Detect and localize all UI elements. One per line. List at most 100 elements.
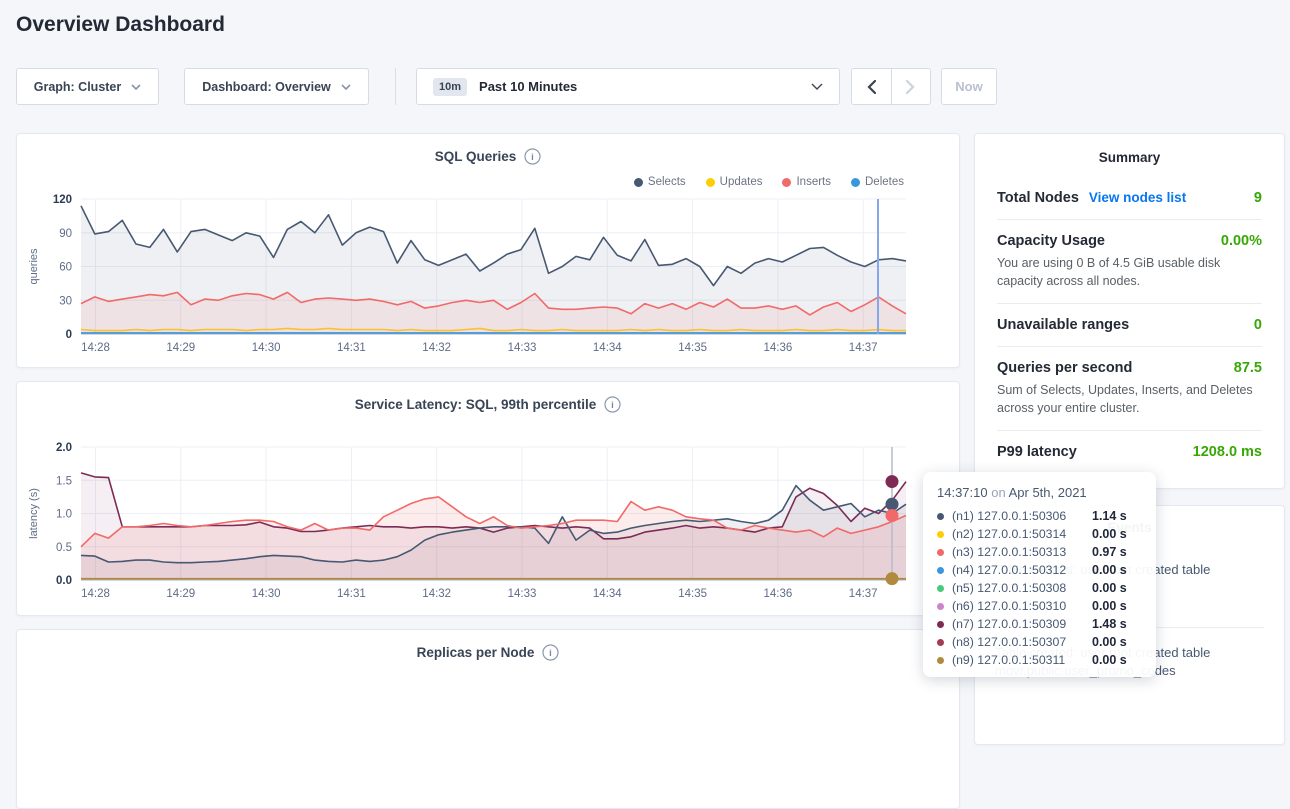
time-range-picker[interactable]: 10m Past 10 Minutes bbox=[416, 68, 840, 105]
svg-text:14:29: 14:29 bbox=[166, 588, 195, 600]
legend-item-inserts: Inserts bbox=[782, 176, 831, 188]
graph-dropdown[interactable]: Graph: Cluster bbox=[16, 68, 159, 105]
tooltip-timestamp: 14:37:10 on Apr 5th, 2021 bbox=[937, 485, 1142, 507]
node-color-dot-icon bbox=[937, 621, 944, 628]
summary-capacity: Capacity Usage 0.00% You are using 0 B o… bbox=[997, 219, 1262, 303]
svg-text:30: 30 bbox=[59, 295, 72, 307]
svg-text:14:30: 14:30 bbox=[252, 588, 281, 600]
legend-dot-icon bbox=[782, 178, 791, 187]
capacity-label: Capacity Usage bbox=[997, 233, 1105, 249]
legend-dot-icon bbox=[851, 178, 860, 187]
latency-chart[interactable]: 14:2814:2914:3014:3114:3214:3314:3414:35… bbox=[17, 382, 961, 617]
node-color-dot-icon bbox=[937, 657, 944, 664]
node-latency-value: 0.00 s bbox=[1092, 635, 1127, 649]
node-address: (n5) 127.0.0.1:50308 bbox=[952, 581, 1092, 595]
info-icon[interactable]: i bbox=[542, 644, 559, 661]
capacity-value: 0.00% bbox=[1221, 233, 1262, 249]
node-latency-value: 0.00 s bbox=[1092, 581, 1127, 595]
node-latency-value: 0.00 s bbox=[1092, 563, 1127, 577]
tooltip-node-row: (n7) 127.0.0.1:503091.48 s bbox=[937, 615, 1142, 633]
legend-label: Inserts bbox=[796, 176, 831, 188]
legend-label: Updates bbox=[720, 176, 763, 188]
svg-text:0.5: 0.5 bbox=[56, 542, 72, 554]
svg-text:14:37: 14:37 bbox=[849, 588, 878, 600]
dashboard-dropdown-label: Dashboard: Overview bbox=[202, 80, 331, 94]
svg-text:14:32: 14:32 bbox=[422, 588, 451, 600]
replicas-chart-card: Replicas per Node i bbox=[16, 629, 960, 809]
node-latency-value: 1.14 s bbox=[1092, 509, 1127, 523]
info-icon[interactable]: i bbox=[524, 148, 541, 165]
svg-text:0: 0 bbox=[66, 329, 72, 341]
tooltip-node-row: (n3) 127.0.0.1:503130.97 s bbox=[937, 543, 1142, 561]
svg-text:14:31: 14:31 bbox=[337, 342, 366, 354]
tooltip-node-row: (n4) 127.0.0.1:503120.00 s bbox=[937, 561, 1142, 579]
svg-text:14:28: 14:28 bbox=[81, 588, 110, 600]
latency-chart-title: Service Latency: SQL, 99th percentile bbox=[355, 397, 597, 412]
svg-text:14:33: 14:33 bbox=[508, 588, 537, 600]
svg-text:60: 60 bbox=[59, 262, 72, 274]
svg-text:14:34: 14:34 bbox=[593, 588, 622, 600]
legend-dot-icon bbox=[706, 178, 715, 187]
time-range-label: Past 10 Minutes bbox=[479, 79, 577, 94]
svg-text:14:36: 14:36 bbox=[764, 342, 793, 354]
node-address: (n8) 127.0.0.1:50307 bbox=[952, 635, 1092, 649]
svg-text:latency (s): latency (s) bbox=[28, 488, 40, 539]
node-address: (n1) 127.0.0.1:50306 bbox=[952, 509, 1092, 523]
now-button[interactable]: Now bbox=[941, 68, 997, 105]
chevron-down-icon bbox=[341, 84, 351, 90]
svg-text:14:28: 14:28 bbox=[81, 342, 110, 354]
prev-time-button[interactable] bbox=[852, 69, 891, 104]
legend-item-selects: Selects bbox=[634, 176, 686, 188]
legend-label: Selects bbox=[648, 176, 686, 188]
latency-chart-card: 14:2814:2914:3014:3114:3214:3314:3414:35… bbox=[16, 381, 960, 616]
unavailable-ranges-value: 0 bbox=[1254, 317, 1262, 333]
tooltip-node-row: (n1) 127.0.0.1:503061.14 s bbox=[937, 507, 1142, 525]
tooltip-node-row: (n2) 127.0.0.1:503140.00 s bbox=[937, 525, 1142, 543]
legend-dot-icon bbox=[634, 178, 643, 187]
svg-text:2.0: 2.0 bbox=[56, 442, 72, 454]
chevron-down-icon bbox=[131, 84, 141, 90]
legend-label: Deletes bbox=[865, 176, 904, 188]
tooltip-node-row: (n6) 127.0.0.1:503100.00 s bbox=[937, 597, 1142, 615]
node-address: (n9) 127.0.0.1:50311 bbox=[952, 653, 1092, 667]
svg-text:14:29: 14:29 bbox=[166, 342, 195, 354]
chevron-left-icon bbox=[867, 80, 876, 94]
view-nodes-list-link[interactable]: View nodes list bbox=[1089, 190, 1186, 205]
sql-chart-legend: Selects Updates Inserts Deletes bbox=[634, 176, 904, 188]
time-step-buttons bbox=[851, 68, 931, 105]
node-color-dot-icon bbox=[937, 531, 944, 538]
svg-text:1.5: 1.5 bbox=[56, 475, 72, 487]
chevron-right-icon bbox=[906, 80, 915, 94]
page-title: Overview Dashboard bbox=[16, 13, 225, 37]
svg-text:14:35: 14:35 bbox=[678, 342, 707, 354]
node-latency-value: 0.00 s bbox=[1092, 527, 1127, 541]
replicas-chart-title: Replicas per Node bbox=[417, 645, 535, 660]
node-address: (n3) 127.0.0.1:50313 bbox=[952, 545, 1092, 559]
node-address: (n6) 127.0.0.1:50310 bbox=[952, 599, 1092, 613]
total-nodes-label: Total Nodes bbox=[997, 190, 1079, 206]
sql-queries-chart-title: SQL Queries bbox=[435, 149, 517, 164]
svg-text:14:36: 14:36 bbox=[764, 588, 793, 600]
qps-description: Sum of Selects, Updates, Inserts, and De… bbox=[997, 381, 1262, 417]
node-latency-value: 0.00 s bbox=[1092, 653, 1127, 667]
svg-text:120: 120 bbox=[53, 194, 72, 206]
svg-text:14:33: 14:33 bbox=[508, 342, 537, 354]
sql-queries-chart[interactable]: 14:2814:2914:3014:3114:3214:3314:3414:35… bbox=[17, 134, 961, 369]
graph-dropdown-label: Graph: Cluster bbox=[34, 80, 122, 94]
p99-latency-value: 1208.0 ms bbox=[1193, 444, 1262, 460]
svg-text:14:34: 14:34 bbox=[593, 342, 622, 354]
dashboard-dropdown[interactable]: Dashboard: Overview bbox=[184, 68, 369, 105]
tooltip-node-row: (n9) 127.0.0.1:503110.00 s bbox=[937, 651, 1142, 669]
qps-label: Queries per second bbox=[997, 360, 1132, 376]
node-address: (n2) 127.0.0.1:50314 bbox=[952, 527, 1092, 541]
node-color-dot-icon bbox=[937, 585, 944, 592]
info-icon[interactable]: i bbox=[604, 396, 621, 413]
next-time-button[interactable] bbox=[891, 69, 931, 104]
time-range-badge: 10m bbox=[433, 78, 467, 96]
controls-divider bbox=[395, 68, 396, 105]
svg-text:i: i bbox=[550, 648, 553, 659]
node-latency-value: 1.48 s bbox=[1092, 617, 1127, 631]
chart-hover-tooltip: 14:37:10 on Apr 5th, 2021 (n1) 127.0.0.1… bbox=[923, 472, 1156, 677]
legend-item-updates: Updates bbox=[706, 176, 763, 188]
node-color-dot-icon bbox=[937, 513, 944, 520]
